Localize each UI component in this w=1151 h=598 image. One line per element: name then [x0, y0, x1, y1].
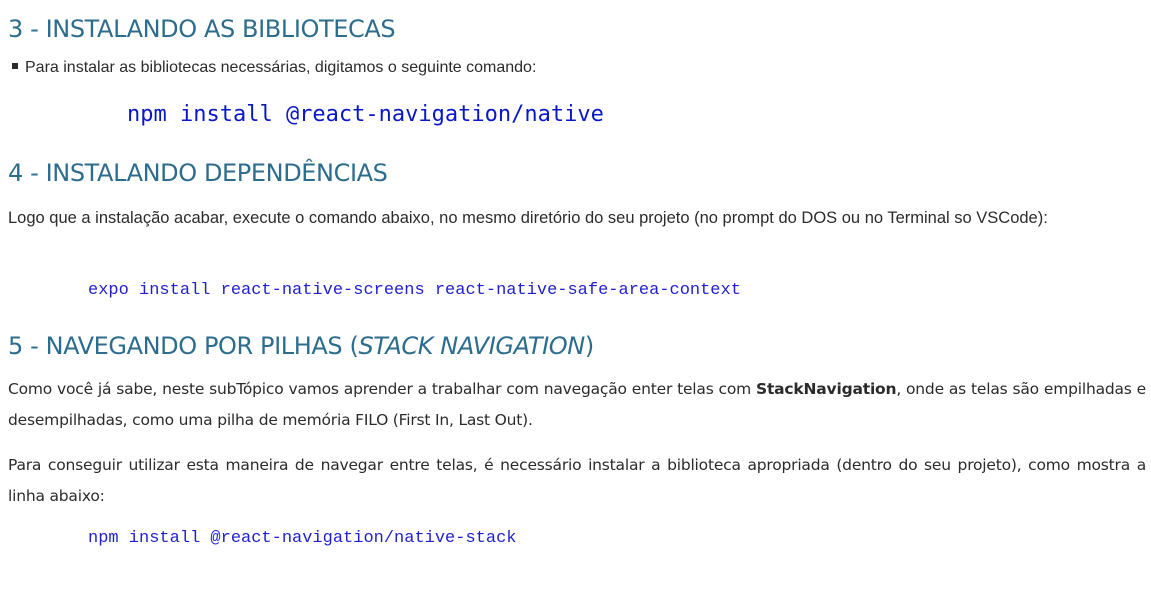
section-4-heading: 4 - INSTALANDO DEPENDÊNCIAS — [8, 159, 388, 187]
install-library-paragraph: Para conseguir utilizar esta maneira de … — [8, 456, 1146, 505]
npm-install-native-command: npm install @react-navigation/native — [127, 102, 604, 127]
section-3-heading: 3 - INSTALANDO AS BIBLIOTECAS — [8, 15, 396, 43]
stack-paragraph-start: Como você já sabe, neste subTópico vamos… — [8, 380, 756, 398]
expo-install-command: expo install react-native-screens react-… — [88, 281, 741, 300]
section-5-heading: 5 - NAVEGANDO POR PILHAS (STACK NAVIGATI… — [8, 331, 594, 361]
stack-navigation-paragraph: Como você já sabe, neste subTópico vamos… — [8, 374, 1146, 436]
section-5-heading-suffix: ) — [584, 332, 594, 360]
section-5-heading-prefix: 5 - NAVEGANDO POR PILHAS ( — [8, 332, 359, 360]
dependencies-paragraph: Logo que a instalação acabar, execute o … — [8, 209, 1048, 227]
stack-navigation-bold: StackNavigation — [756, 380, 897, 398]
section-5-heading-emphasis: STACK NAVIGATION — [358, 332, 585, 360]
bullet-text: Para instalar as bibliotecas necessárias… — [25, 59, 537, 76]
npm-install-native-stack-command: npm install @react-navigation/native-sta… — [88, 529, 517, 548]
square-bullet-icon — [12, 63, 18, 70]
bullet-list-item: Para instalar as bibliotecas necessárias… — [8, 57, 536, 79]
